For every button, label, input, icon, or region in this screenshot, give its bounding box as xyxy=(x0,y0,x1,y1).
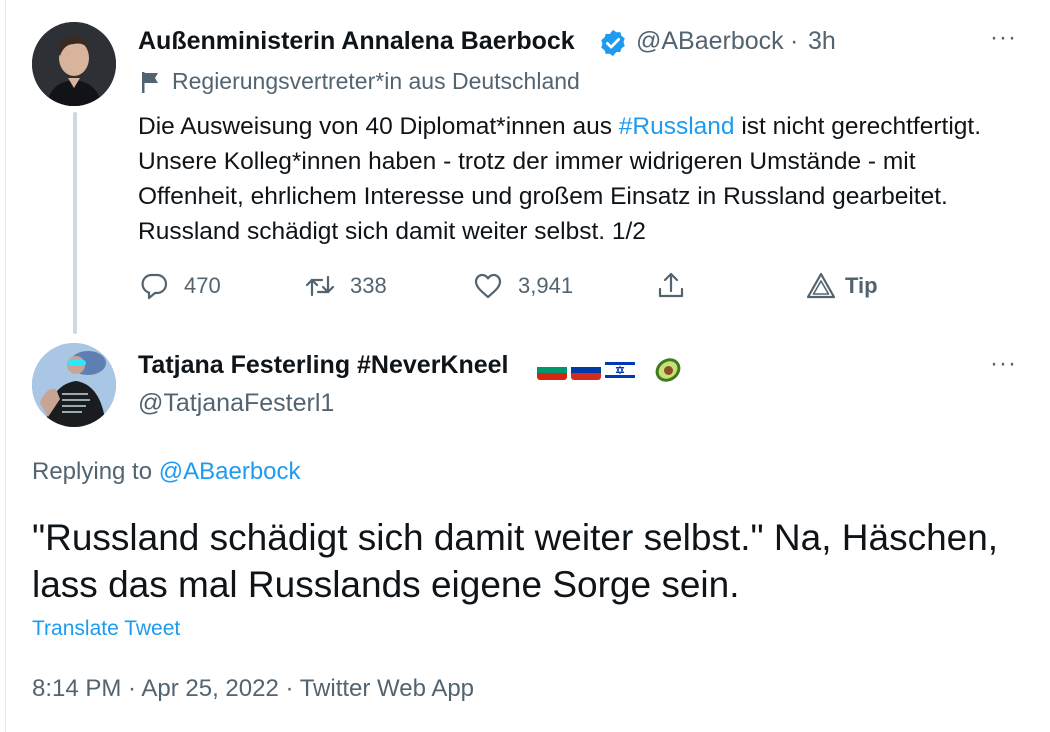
israel-flag-icon xyxy=(605,360,635,380)
author-handle[interactable]: @ABaerbock xyxy=(636,27,784,56)
tip-button[interactable]: Tip xyxy=(805,268,878,304)
name-emoji-flags xyxy=(537,355,683,385)
author-name[interactable]: Tatjana Festerling #NeverKneel xyxy=(138,351,509,380)
bulgaria-flag-icon xyxy=(537,360,567,380)
thread-connector-line xyxy=(73,112,77,334)
reply-count: 470 xyxy=(184,273,221,298)
tip-label: Tip xyxy=(845,273,878,298)
reply-mention-link[interactable]: @ABaerbock xyxy=(159,458,301,485)
more-options-button[interactable]: ··· xyxy=(990,350,1017,378)
avatar-baerbock[interactable] xyxy=(32,22,116,106)
retweet-count: 338 xyxy=(350,273,387,298)
avocado-icon xyxy=(655,358,681,382)
flag-icon xyxy=(142,72,158,93)
share-icon xyxy=(658,272,684,298)
hashtag-link[interactable]: #Russland xyxy=(619,113,735,140)
left-border xyxy=(5,0,6,732)
author-handle[interactable]: @TatjanaFesterl1 xyxy=(138,389,334,418)
like-button[interactable]: 3,941 xyxy=(472,268,573,304)
author-name[interactable]: Außenministerin Annalena Baerbock xyxy=(138,27,575,56)
retweet-icon xyxy=(305,275,335,297)
reply-icon xyxy=(141,273,168,300)
translate-tweet-link[interactable]: Translate Tweet xyxy=(32,617,180,641)
verified-badge-icon xyxy=(601,29,625,57)
government-label: Regierungsvertreter*in aus Deutschland xyxy=(172,68,580,94)
like-count: 3,941 xyxy=(518,273,574,298)
more-options-button[interactable]: ··· xyxy=(990,24,1017,52)
russia-flag-icon xyxy=(571,360,601,380)
share-button[interactable] xyxy=(655,268,687,304)
heart-icon xyxy=(474,273,502,299)
tweet-text: Die Ausweisung von 40 Diplomat*innen aus… xyxy=(138,113,982,245)
tweet-metadata: 8:14 PM · Apr 25, 2022 · Twitter Web App xyxy=(32,675,475,702)
retweet-button[interactable]: 338 xyxy=(304,268,387,304)
separator-dot: · xyxy=(790,27,799,55)
avatar-festerling[interactable] xyxy=(32,343,116,427)
tip-icon xyxy=(806,272,836,299)
replying-to-line: Replying to @ABaerbock xyxy=(32,458,301,485)
reply-button[interactable]: 470 xyxy=(138,268,221,304)
tweet-timestamp[interactable]: 3h xyxy=(808,27,836,56)
reply-tweet-text: "Russland schädigt sich damit weiter sel… xyxy=(32,517,999,605)
